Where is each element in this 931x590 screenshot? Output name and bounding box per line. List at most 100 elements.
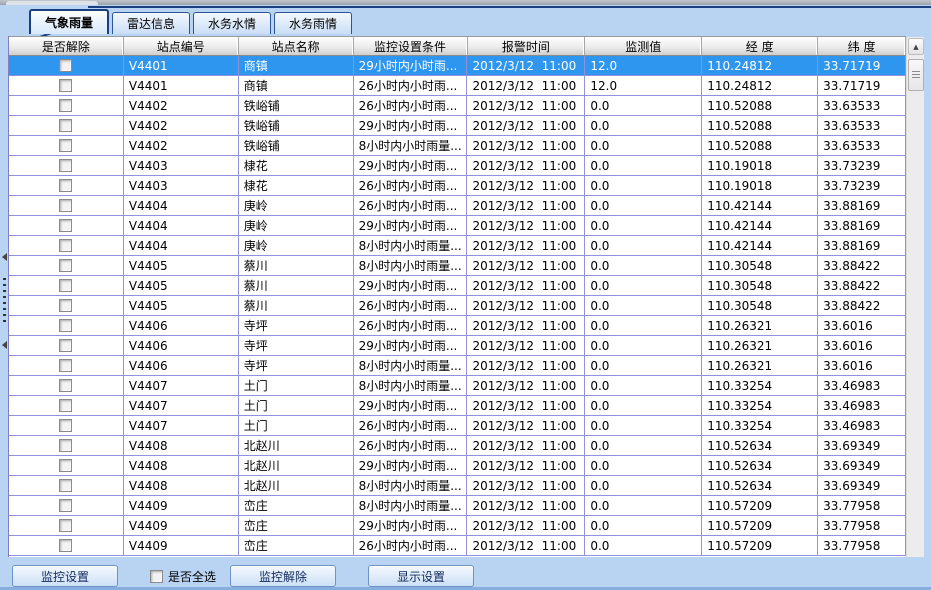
table-row[interactable]: V4404 庚岭 26小时内小时雨... 2012/3/12 11:00 0.0… [9,196,906,216]
release-checkbox[interactable] [59,99,72,112]
release-checkbox[interactable] [59,239,72,252]
table-row[interactable]: V4402 铁峪铺 8小时内小时雨量... 2012/3/12 11:00 0.… [9,136,906,156]
release-checkbox[interactable] [59,399,72,412]
table-row[interactable]: V4406 寺坪 26小时内小时雨... 2012/3/12 11:00 0.0… [9,316,906,336]
release-checkbox[interactable] [59,59,72,72]
cell-station-id: V4407 [124,396,239,415]
cell-condition: 29小时内小时雨... [354,156,468,175]
release-checkbox[interactable] [59,439,72,452]
column-header-station-name[interactable]: 站点名称 [239,37,354,55]
table-row[interactable]: V4406 寺坪 8小时内小时雨量... 2012/3/12 11:00 0.0… [9,356,906,376]
cell-alarm-time: 2012/3/12 11:00 [467,216,585,235]
display-settings-button[interactable]: 显示设置 [368,565,474,587]
column-header-longitude[interactable]: 经 度 [702,37,818,55]
release-checkbox[interactable] [59,79,72,92]
cell-condition: 29小时内小时雨... [354,216,468,235]
cell-latitude: 33.69349 [818,436,906,455]
scroll-up-button[interactable]: ▲ [908,38,924,55]
cell-station-id: V4404 [124,216,239,235]
cell-longitude: 110.26321 [702,316,818,335]
release-checkbox[interactable] [59,179,72,192]
release-checkbox[interactable] [59,339,72,352]
left-splitter-handle[interactable] [0,253,9,349]
release-checkbox[interactable] [59,459,72,472]
cell-value: 0.0 [585,496,702,515]
column-header-release[interactable]: 是否解除 [9,37,124,55]
cell-station-id: V4402 [124,116,239,135]
cell-station-id: V4407 [124,416,239,435]
table-row[interactable]: V4401 商镇 26小时内小时雨... 2012/3/12 11:00 12.… [9,76,906,96]
release-checkbox[interactable] [59,119,72,132]
release-checkbox[interactable] [59,519,72,532]
column-header-value[interactable]: 监测值 [585,37,702,55]
scrollbar-thumb[interactable] [908,59,924,91]
table-row[interactable]: V4409 峦庄 29小时内小时雨... 2012/3/12 11:00 0.0… [9,516,906,536]
table-row[interactable]: V4407 土门 26小时内小时雨... 2012/3/12 11:00 0.0… [9,416,906,436]
cell-longitude: 110.33254 [702,376,818,395]
scrollbar-grip-icon [912,71,920,80]
table-row[interactable]: V4408 北赵川 29小时内小时雨... 2012/3/12 11:00 0.… [9,456,906,476]
table-row[interactable]: V4407 土门 29小时内小时雨... 2012/3/12 11:00 0.0… [9,396,906,416]
release-cell [9,416,124,435]
cell-station-name: 蔡川 [239,276,354,295]
release-cell [9,176,124,195]
table-row[interactable]: V4404 庚岭 29小时内小时雨... 2012/3/12 11:00 0.0… [9,216,906,236]
column-header-latitude[interactable]: 纬 度 [818,37,906,55]
cell-station-name: 庚岭 [239,196,354,215]
cell-value: 12.0 [585,76,702,95]
table-row[interactable]: V4403 棣花 29小时内小时雨... 2012/3/12 11:00 0.0… [9,156,906,176]
release-checkbox[interactable] [59,359,72,372]
release-checkbox[interactable] [59,139,72,152]
table-row[interactable]: V4404 庚岭 8小时内小时雨量... 2012/3/12 11:00 0.0… [9,236,906,256]
tab-strip: 气象雨量 雷达信息 水务水情 水务雨情 [0,6,931,34]
release-checkbox[interactable] [59,479,72,492]
column-header-alarm-time[interactable]: 报警时间 [468,37,586,55]
release-cell [9,436,124,455]
release-checkbox[interactable] [59,199,72,212]
release-checkbox[interactable] [59,279,72,292]
cell-station-name: 棣花 [239,156,354,175]
tab-weather-rainfall[interactable]: 气象雨量 [29,9,109,34]
monitor-settings-button[interactable]: 监控设置 [12,565,118,587]
release-checkbox[interactable] [59,159,72,172]
cell-alarm-time: 2012/3/12 11:00 [467,196,585,215]
column-header-condition[interactable]: 监控设置条件 [354,37,468,55]
tab-water-rain-condition[interactable]: 水务雨情 [274,12,352,34]
tab-water-condition[interactable]: 水务水情 [193,12,271,34]
release-checkbox[interactable] [59,419,72,432]
table-row[interactable]: V4409 峦庄 26小时内小时雨... 2012/3/12 11:00 0.0… [9,536,906,556]
release-checkbox[interactable] [59,219,72,232]
cell-alarm-time: 2012/3/12 11:00 [467,96,585,115]
table-row[interactable]: V4401 商镇 29小时内小时雨... 2012/3/12 11:00 12.… [9,56,906,76]
release-checkbox[interactable] [59,499,72,512]
table-row[interactable]: V4406 寺坪 29小时内小时雨... 2012/3/12 11:00 0.0… [9,336,906,356]
table-row[interactable]: V4402 铁峪铺 26小时内小时雨... 2012/3/12 11:00 0.… [9,96,906,116]
release-checkbox[interactable] [59,299,72,312]
cell-alarm-time: 2012/3/12 11:00 [467,536,585,555]
table-row[interactable]: V4405 蔡川 8小时内小时雨量... 2012/3/12 11:00 0.0… [9,256,906,276]
cell-station-id: V4401 [124,76,239,95]
cell-longitude: 110.42144 [702,196,818,215]
release-cell [9,456,124,475]
table-row[interactable]: V4405 蔡川 29小时内小时雨... 2012/3/12 11:00 0.0… [9,276,906,296]
cell-station-id: V4406 [124,356,239,375]
release-checkbox[interactable] [59,259,72,272]
select-all-checkbox[interactable] [150,570,163,583]
release-checkbox[interactable] [59,539,72,552]
column-header-station-id[interactable]: 站点编号 [124,37,239,55]
cell-value: 0.0 [585,156,702,175]
table-row[interactable]: V4408 北赵川 26小时内小时雨... 2012/3/12 11:00 0.… [9,436,906,456]
table-row[interactable]: V4408 北赵川 8小时内小时雨量... 2012/3/12 11:00 0.… [9,476,906,496]
table-row[interactable]: V4402 铁峪铺 29小时内小时雨... 2012/3/12 11:00 0.… [9,116,906,136]
table-row[interactable]: V4407 土门 8小时内小时雨量... 2012/3/12 11:00 0.0… [9,376,906,396]
release-checkbox[interactable] [59,379,72,392]
table-row[interactable]: V4409 峦庄 8小时内小时雨量... 2012/3/12 11:00 0.0… [9,496,906,516]
table-row[interactable]: V4405 蔡川 26小时内小时雨... 2012/3/12 11:00 0.0… [9,296,906,316]
vertical-scrollbar[interactable]: ▲ [906,37,924,557]
cell-condition: 8小时内小时雨量... [354,376,468,395]
tab-radar-info[interactable]: 雷达信息 [112,12,190,34]
cell-station-id: V4409 [124,536,239,555]
table-row[interactable]: V4403 棣花 26小时内小时雨... 2012/3/12 11:00 0.0… [9,176,906,196]
monitor-release-button[interactable]: 监控解除 [230,565,336,587]
release-checkbox[interactable] [59,319,72,332]
